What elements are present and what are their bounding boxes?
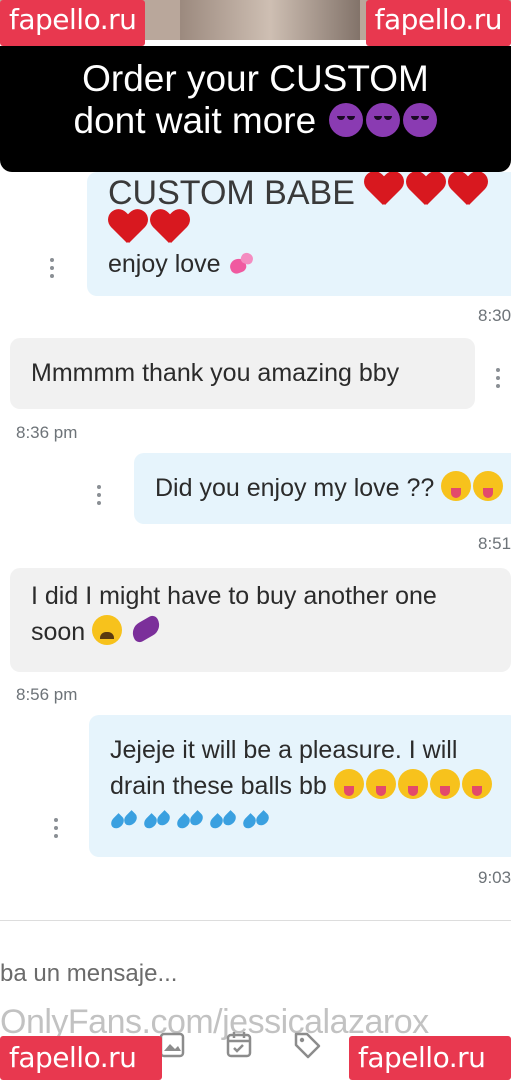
message-text: soon	[31, 618, 86, 646]
message-time: 8:51	[478, 534, 511, 553]
sweat-droplets-emoji	[110, 810, 140, 832]
message-time: 8:30	[478, 306, 511, 325]
promo-banner: Order your CUSTOM dont wait more	[0, 46, 511, 172]
heart-emoji	[150, 210, 190, 246]
heart-emoji	[406, 172, 446, 208]
smiling-devil-emoji	[403, 103, 438, 137]
eggplant-emoji	[128, 613, 164, 645]
tongue-emoji	[473, 471, 504, 501]
message-text: enjoy love	[108, 250, 221, 278]
message-bubble-incoming[interactable]: I did I might have to buy another one so…	[10, 568, 511, 672]
heart-emoji	[108, 210, 148, 246]
divider	[0, 920, 511, 921]
more-options-icon[interactable]	[50, 258, 54, 278]
fapello-watermark: fapello.ru	[365, 0, 511, 46]
message-bubble-outgoing[interactable]: CUSTOM BABE enjoy love	[87, 172, 511, 296]
message-text: CUSTOM BABE	[108, 174, 355, 212]
message-time: 9:03	[478, 868, 511, 887]
tongue-emoji	[461, 769, 492, 799]
more-options-icon[interactable]	[496, 368, 500, 388]
image-fragment	[180, 0, 360, 40]
message-text: I did I might have to buy another one	[31, 582, 437, 610]
banner-line-1: Order your CUSTOM	[82, 58, 429, 99]
tongue-emoji	[441, 471, 472, 501]
message-bubble-incoming[interactable]: Mmmmm thank you amazing bby	[10, 338, 475, 409]
heart-emoji	[364, 172, 404, 208]
tongue-emoji	[429, 769, 460, 799]
tongue-emoji	[397, 769, 428, 799]
banner-text: dont wait more	[73, 100, 317, 141]
fapello-watermark: fapello.ru	[0, 1036, 162, 1080]
message-input[interactable]: ba un mensaje...	[0, 960, 177, 988]
fapello-watermark: fapello.ru	[349, 1036, 511, 1080]
two-hearts-emoji	[228, 253, 256, 275]
message-text: Did you enjoy my love ??	[155, 474, 435, 502]
message-text: Jejeje it will be a pleasure. I will	[110, 736, 458, 764]
message-text: Mmmmm thank you amazing bby	[31, 359, 400, 387]
message-bubble-outgoing[interactable]: Did you enjoy my love ??	[134, 453, 511, 524]
smiling-devil-emoji	[366, 103, 401, 137]
sweat-droplets-emoji	[143, 810, 173, 832]
sweat-droplets-emoji	[176, 810, 206, 832]
tongue-emoji	[365, 769, 396, 799]
message-time: 8:56 pm	[16, 685, 78, 704]
weary-face-emoji	[92, 615, 123, 645]
heart-emoji	[448, 172, 488, 208]
message-text: drain these balls bb	[110, 772, 327, 800]
sweat-droplets-emoji	[242, 810, 272, 832]
smiling-devil-emoji	[329, 103, 364, 137]
message-bubble-outgoing[interactable]: Jejeje it will be a pleasure. I will dra…	[89, 715, 511, 857]
sweat-droplets-emoji	[209, 810, 239, 832]
more-options-icon[interactable]	[54, 818, 58, 838]
message-time: 8:36 pm	[16, 423, 78, 442]
chat-thread[interactable]: CUSTOM BABE enjoy love 8:30 Mmmmm thank …	[0, 172, 511, 920]
banner-line-2: dont wait more	[0, 100, 511, 142]
fapello-watermark: fapello.ru	[0, 0, 146, 46]
price-tag-icon[interactable]	[292, 1030, 321, 1060]
schedule-icon[interactable]	[225, 1030, 253, 1060]
tongue-emoji	[333, 769, 364, 799]
image-icon[interactable]	[158, 1030, 186, 1060]
more-options-icon[interactable]	[97, 485, 101, 505]
